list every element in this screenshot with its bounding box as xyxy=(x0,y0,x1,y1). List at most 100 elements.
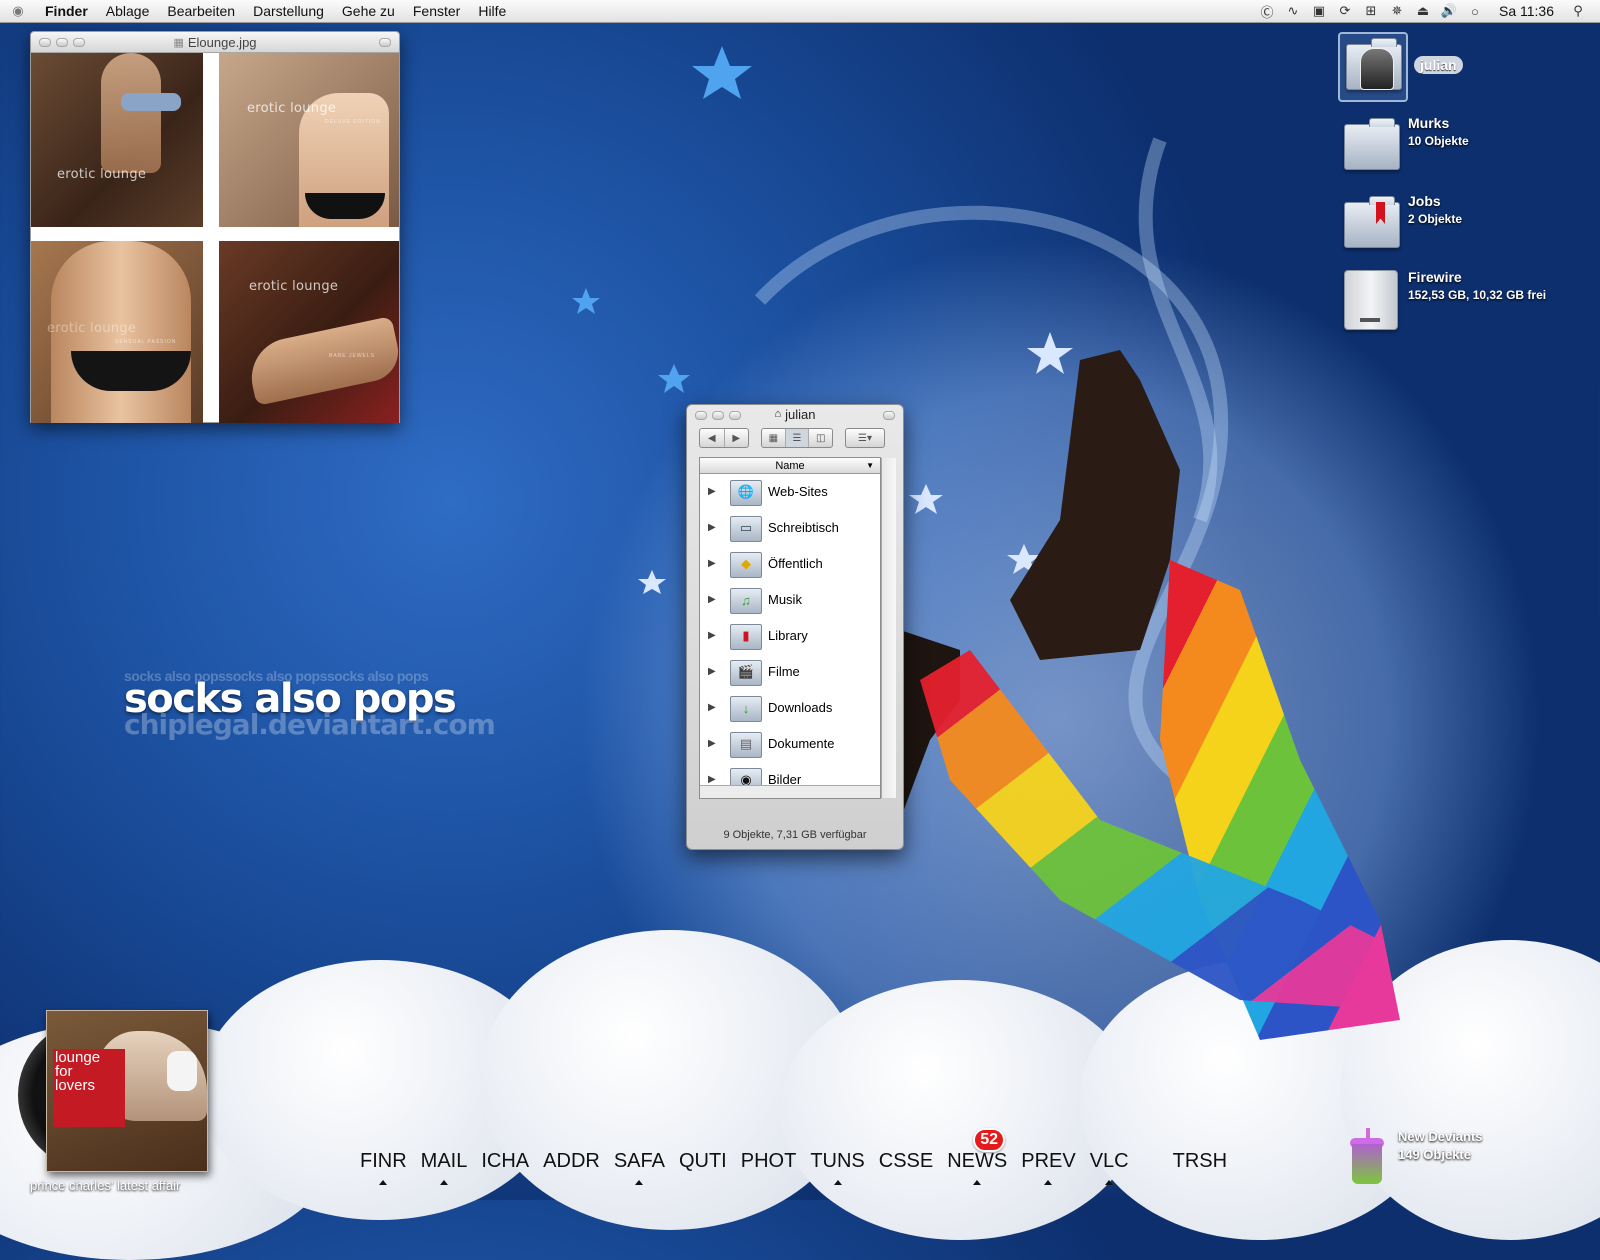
dock-item-label: TUNS xyxy=(810,1150,865,1172)
add-icon[interactable]: ⊞ xyxy=(1363,3,1379,19)
dock-item-vlc[interactable]: VLC xyxy=(1090,1150,1129,1185)
horizontal-scrollbar[interactable] xyxy=(700,785,880,798)
disclosure-triangle-icon[interactable]: ▶ xyxy=(708,630,726,641)
desktop-icon-firewire[interactable]: Firewire 152,53 GB, 10,32 GB frei xyxy=(1338,268,1546,330)
toolbar-toggle-button[interactable] xyxy=(379,38,391,47)
display-icon[interactable]: ▣ xyxy=(1311,3,1327,19)
running-indicator xyxy=(1105,1180,1114,1185)
now-playing-widget[interactable]: lounge for lovers prince charles' latest… xyxy=(18,1010,208,1193)
dock-item-safari[interactable]: SAFA xyxy=(614,1150,665,1185)
disclosure-triangle-icon[interactable]: ▶ xyxy=(708,702,726,713)
chat-status-icon[interactable]: ○ xyxy=(1467,3,1483,19)
list-item[interactable]: ▶ ♫ Musik xyxy=(700,582,880,616)
dock-item-cssedit[interactable]: CSSE xyxy=(879,1150,933,1173)
album-cover: lounge for lovers xyxy=(46,1010,208,1172)
finder-window[interactable]: ⌂ julian ◀ ▶ ▦ ☰ ◫ ☰▾ Name ▼ ▶ 🌐 Web-Sit… xyxy=(686,404,904,850)
action-button[interactable]: ☰▾ xyxy=(845,428,885,448)
volume-icon[interactable]: 🔊 xyxy=(1441,3,1457,19)
desktop-icon-jobs[interactable]: Jobs 2 Objekte xyxy=(1338,192,1462,254)
spotlight-search-icon[interactable]: ⚲ xyxy=(1570,3,1586,19)
dock-item-label: MAIL xyxy=(420,1150,468,1172)
dock-item-label: CSSE xyxy=(878,1150,934,1172)
dock-item-trash[interactable]: TRSH xyxy=(1173,1150,1227,1173)
close-button[interactable] xyxy=(39,38,51,47)
image-tile: erotic lounge SENSUAL PASSION xyxy=(31,241,203,423)
close-button[interactable] xyxy=(695,411,707,420)
dock-item-finder[interactable]: FINR xyxy=(360,1150,407,1185)
menu-hilfe[interactable]: Hilfe xyxy=(469,3,515,19)
apple-menu-icon[interactable]: ◉ xyxy=(0,3,36,19)
item-label: Öffentlich xyxy=(768,555,823,571)
menu-app-finder[interactable]: Finder xyxy=(36,3,97,19)
finder-title: julian xyxy=(785,406,816,422)
dock-item-ichat[interactable]: ICHA xyxy=(481,1150,529,1173)
preview-title: Elounge.jpg xyxy=(187,34,257,50)
preview-window[interactable]: ▦ Elounge.jpg erotic lounge erotic loung… xyxy=(30,31,400,423)
dock-item-photoshop[interactable]: PHOT xyxy=(741,1150,797,1173)
menu-bearbeiten[interactable]: Bearbeiten xyxy=(158,3,244,19)
item-label: Library xyxy=(768,627,808,643)
desktop-icon-info: 2 Objekte xyxy=(1408,212,1463,226)
column-header-name[interactable]: Name ▼ xyxy=(700,458,880,474)
column-view-icon[interactable]: ◫ xyxy=(809,429,832,447)
dock-item-preview[interactable]: PREV xyxy=(1021,1150,1076,1185)
finder-titlebar[interactable]: ⌂ julian xyxy=(687,405,903,423)
dock-item-label: NEWS xyxy=(947,1150,1008,1172)
running-indicator xyxy=(973,1180,982,1185)
disclosure-triangle-icon[interactable]: ▶ xyxy=(708,522,726,533)
disclosure-triangle-icon[interactable]: ▶ xyxy=(708,774,726,785)
star-decor xyxy=(638,570,666,594)
desktop-icon-murks[interactable]: Murks 10 Objekte xyxy=(1338,114,1469,176)
list-item[interactable]: ▶ ▮ Library xyxy=(700,618,880,652)
menu-extra-q-icon[interactable]: Ⓒ xyxy=(1259,3,1275,20)
disclosure-triangle-icon[interactable]: ▶ xyxy=(708,738,726,749)
dock-item-mail[interactable]: MAIL xyxy=(420,1150,468,1185)
list-item[interactable]: ▶ ▤ Dokumente xyxy=(700,726,880,760)
zoom-button[interactable] xyxy=(73,38,85,47)
bluetooth-icon[interactable]: ✵ xyxy=(1389,3,1405,19)
sync-icon[interactable]: ⟳ xyxy=(1337,3,1353,19)
preview-titlebar[interactable]: ▦ Elounge.jpg xyxy=(31,32,399,53)
dock-item-addressbook[interactable]: ADDR xyxy=(543,1150,600,1173)
now-playing-caption: prince charles' latest affair xyxy=(30,1178,181,1193)
folder-icon xyxy=(1338,114,1400,176)
disclosure-triangle-icon[interactable]: ▶ xyxy=(708,558,726,569)
disclosure-triangle-icon[interactable]: ▶ xyxy=(708,594,726,605)
tile-sublabel: BARE JEWELS xyxy=(329,353,376,359)
vertical-scrollbar[interactable] xyxy=(881,458,896,798)
list-item[interactable]: ▶ ▭ Schreibtisch xyxy=(700,510,880,544)
desktop-icon-label: julian xyxy=(1414,56,1463,74)
eject-icon[interactable]: ⏏ xyxy=(1415,3,1431,19)
menu-ablage[interactable]: Ablage xyxy=(97,3,159,19)
desktop-icon-home[interactable]: julian xyxy=(1338,32,1463,102)
icon-view-icon[interactable]: ▦ xyxy=(762,429,786,447)
list-item[interactable]: ▶ ↓ Downloads xyxy=(700,690,880,724)
dock-item-quicktime[interactable]: QUTI xyxy=(679,1150,727,1173)
menu-clock[interactable]: Sa 11:36 xyxy=(1493,3,1560,19)
list-view-icon[interactable]: ☰ xyxy=(785,429,810,447)
running-indicator xyxy=(1044,1180,1053,1185)
downloads-icon: ↓ xyxy=(730,692,762,722)
disclosure-triangle-icon[interactable]: ▶ xyxy=(708,486,726,497)
back-button[interactable]: ◀ xyxy=(700,429,725,447)
forward-button[interactable]: ▶ xyxy=(725,429,749,447)
menu-fenster[interactable]: Fenster xyxy=(404,3,469,19)
menu-darstellung[interactable]: Darstellung xyxy=(244,3,333,19)
menu-gehe-zu[interactable]: Gehe zu xyxy=(333,3,404,19)
tile-label: erotic lounge xyxy=(249,279,339,294)
running-indicator xyxy=(379,1180,388,1185)
list-item[interactable]: ▶ 🌐 Web-Sites xyxy=(700,474,880,508)
zoom-button[interactable] xyxy=(729,411,741,420)
dock-item-news[interactable]: NEWS 52 xyxy=(947,1128,1008,1185)
dock-item-itunes[interactable]: TUNS xyxy=(810,1150,865,1185)
desktop-icon-label: Murks xyxy=(1408,115,1450,131)
list-item[interactable]: ▶ 🎬 Filme xyxy=(700,654,880,688)
list-item[interactable]: ▶ ◆ Öffentlich xyxy=(700,546,880,580)
minimize-button[interactable] xyxy=(712,411,724,420)
airport-icon[interactable]: ∿ xyxy=(1285,3,1301,19)
toolbar-toggle-button[interactable] xyxy=(883,411,895,420)
minimize-button[interactable] xyxy=(56,38,68,47)
desktop-icon-info: 10 Objekte xyxy=(1408,134,1469,148)
disclosure-triangle-icon[interactable]: ▶ xyxy=(708,666,726,677)
desktop-icon-new-deviants[interactable]: New Deviants 149 Objekte xyxy=(1350,1128,1483,1186)
